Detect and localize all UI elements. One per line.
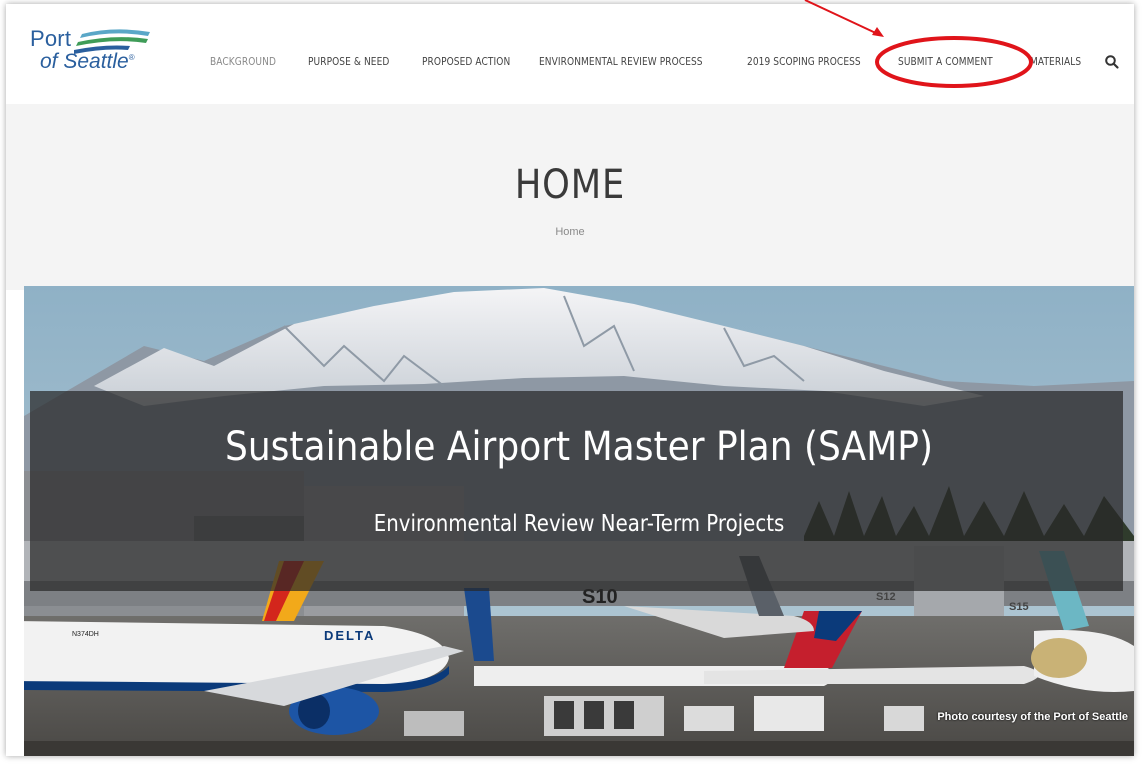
nav-item-purpose-need[interactable]: PURPOSE & NEED [308, 56, 389, 68]
nav-item-scoping-process[interactable]: 2019 SCOPING PROCESS [747, 56, 861, 68]
plane-tail-number: N374DH [72, 631, 99, 638]
hero-banner: S10 S12 S15 N374DH DELTA Sustainable Air… [24, 286, 1134, 756]
gate-label-s12: S12 [876, 591, 896, 603]
page-title: HOME [514, 162, 626, 208]
browser-page: Port of Seattle® BACKGROUND PURPOSE & NE… [6, 4, 1134, 756]
nav-item-proposed-action[interactable]: PROPOSED ACTION [422, 56, 510, 68]
port-of-seattle-logo[interactable]: Port of Seattle® [30, 26, 160, 90]
nav-item-background[interactable]: BACKGROUND [210, 56, 276, 68]
hero-subtitle: Environmental Review Near-Term Projects [373, 511, 785, 537]
nav-item-environmental-review[interactable]: ENVIRONMENTAL REVIEW PROCESS [539, 56, 703, 68]
site-header: Port of Seattle® BACKGROUND PURPOSE & NE… [6, 4, 1134, 104]
plane-airline-label: DELTA [324, 628, 376, 643]
hero-text-overlay [30, 391, 1123, 591]
gate-label-s15: S15 [1009, 601, 1029, 613]
logo-line-2: of Seattle® [40, 50, 135, 73]
hero-title: Sustainable Airport Master Plan (SAMP) [224, 424, 934, 470]
nav-item-materials[interactable]: MATERIALS [1030, 56, 1081, 68]
page-title-band: HOME Home [6, 104, 1134, 290]
photo-credit: Photo courtesy of the Port of Seattle [937, 711, 1128, 723]
search-icon[interactable] [1104, 54, 1120, 70]
breadcrumb[interactable]: Home [6, 226, 1134, 238]
nav-item-submit-comment[interactable]: SUBMIT A COMMENT [898, 56, 993, 68]
logo-line-1: Port [30, 26, 72, 51]
